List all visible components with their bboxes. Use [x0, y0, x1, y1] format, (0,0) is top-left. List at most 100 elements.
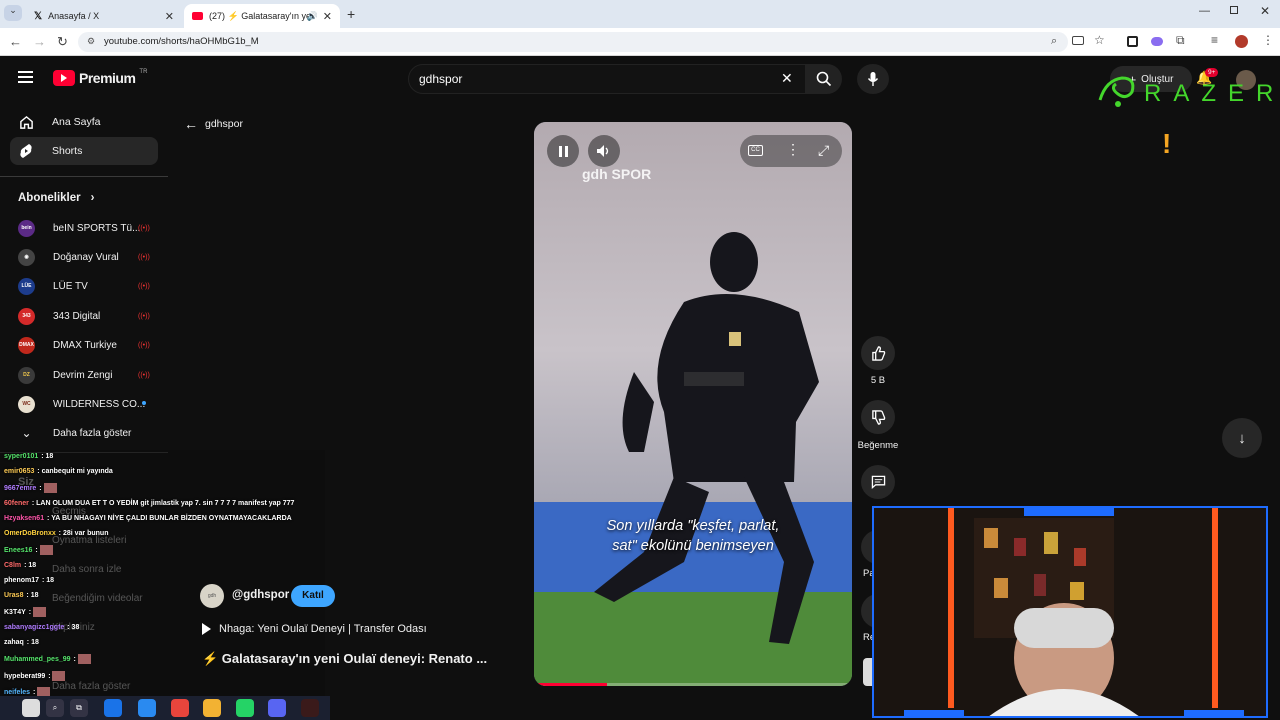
back-arrow-icon[interactable]: ← [9, 34, 22, 49]
tab-search-icon[interactable]: ⌄ [4, 5, 22, 21]
volume-button[interactable] [588, 135, 620, 167]
bookmark-star-icon[interactable]: ☆ [1094, 33, 1105, 47]
reading-list-icon[interactable]: ≡ [1211, 33, 1218, 47]
chat-text: YA BU NHAGAYI NİYE ÇALDI BUNLAR BİZDEN O… [51, 515, 292, 522]
subscription-item[interactable]: WC WILDERNESS CO... [18, 393, 168, 415]
close-icon[interactable]: ✕ [323, 10, 332, 23]
search-input-value: gdhspor [419, 72, 463, 86]
chat-emote [33, 607, 47, 617]
tab-x-home[interactable]: 𝕏 Anasayfa / X ✕ [26, 4, 182, 28]
chat-message: 9667emre : [4, 483, 57, 493]
arrow-down-icon: ↓ [1238, 429, 1246, 447]
dislike-button[interactable] [861, 400, 895, 434]
video-progress-track[interactable] [534, 683, 852, 686]
shorts-video-player[interactable]: gdh SPOR Son yıllarda "keşfet, parlat, s… [534, 122, 852, 686]
pause-icon [558, 145, 568, 157]
dislike-label: Beğenme [857, 440, 899, 451]
sidebar-item-home[interactable]: Ana Sayfa [10, 108, 158, 136]
audio-playing-icon[interactable]: 🔊 [307, 11, 318, 22]
search-icon[interactable]: ⌕ [46, 699, 64, 717]
clear-search-icon[interactable]: ✕ [781, 70, 793, 87]
chat-message: Hzyaksen61 : YA BU NHAGAYI NİYE ÇALDI BU… [4, 515, 292, 522]
closed-captions-icon[interactable]: CC [748, 145, 763, 156]
cast-icon[interactable] [1072, 36, 1084, 45]
puzzle-icon[interactable]: ⧉ [1176, 33, 1185, 48]
youtube-play-icon [53, 70, 75, 86]
subscription-item[interactable]: ◉ Doğanay Vural ((•)) [18, 246, 168, 268]
discord-icon[interactable] [268, 699, 286, 717]
sidebar-item-shorts[interactable]: Shorts [10, 137, 158, 165]
subscription-item[interactable]: LÜE LÜE TV ((•)) [18, 275, 168, 297]
chat-message: Uras8 : 18 [4, 592, 39, 599]
live-indicator-icon: ((•)) [138, 312, 150, 320]
edge-icon[interactable] [104, 699, 122, 717]
chat-username: OmerDoBronxx [4, 530, 56, 537]
pause-button[interactable] [547, 135, 579, 167]
live-indicator-icon: ((•)) [138, 224, 150, 232]
chat-message: Muhammed_pes_99 : [4, 654, 91, 664]
subscription-item[interactable]: 343 343 Digital ((•)) [18, 305, 168, 327]
channel-watermark: gdh SPOR [582, 166, 652, 182]
browser-menu-icon[interactable]: ⋮ [1262, 33, 1274, 47]
chrome-alt-icon[interactable] [138, 699, 156, 717]
forward-arrow-icon[interactable]: → [33, 34, 46, 49]
comment-icon [871, 475, 885, 489]
youtube-premium-logo[interactable]: Premium TR [53, 69, 148, 86]
back-to-channel-link[interactable]: ← gdhspor [184, 116, 243, 132]
chat-username: sabanyagizc1ggte [4, 624, 65, 631]
start-menu-icon[interactable] [22, 699, 40, 717]
extension-icon[interactable] [1127, 36, 1138, 47]
subscription-item[interactable]: DMAX DMAX Turkiye ((•)) [18, 334, 168, 356]
site-info-icon[interactable]: ⚙ [87, 36, 95, 47]
comments-button[interactable] [861, 465, 895, 499]
extension-icon[interactable] [1151, 37, 1163, 46]
hamburger-menu-icon[interactable] [18, 71, 33, 83]
url-field[interactable]: ⚙ youtube.com/shorts/haOHMbG1b_M [78, 32, 1068, 52]
avatar: DMAX [18, 336, 35, 354]
channel-handle[interactable]: @gdhspor [232, 589, 289, 601]
next-short-button[interactable]: ↓ [1222, 418, 1262, 458]
voice-search-button[interactable] [857, 64, 889, 94]
restore-button[interactable] [1230, 6, 1238, 14]
window-close-button[interactable]: ✕ [1260, 4, 1270, 18]
video-title[interactable]: ⚡ Galatasaray'ın yeni Oulaï deneyi: Rena… [202, 651, 487, 667]
chat-message: zahaq : 18 [4, 639, 39, 646]
channel-avatar[interactable]: gdh [200, 584, 224, 608]
task-view-icon[interactable]: ⧉ [70, 699, 88, 717]
close-icon[interactable]: ✕ [165, 10, 174, 23]
fullscreen-icon[interactable]: ⤢ [818, 142, 829, 159]
search-button[interactable] [806, 64, 842, 94]
region-code: TR [139, 69, 148, 75]
like-button[interactable] [861, 336, 895, 370]
video-caption-line: sat" ekolünü benimseyen [612, 538, 774, 554]
playlist-link[interactable]: Nhaga: Yeni Oulaï Deneyi | Transfer Odas… [202, 623, 427, 635]
more-options-icon[interactable]: ⋮ [786, 141, 800, 158]
search-icon [816, 71, 832, 87]
tab-youtube-shorts[interactable]: (27) ⚡ Galatasaray'ın yeni 🔊 ✕ [184, 4, 340, 28]
chrome-icon[interactable] [171, 699, 189, 717]
chat-message: OmerDoBronxx : 28i var bunun [4, 530, 109, 537]
search-input[interactable]: gdhspor ✕ [408, 64, 806, 94]
play-icon [202, 623, 211, 635]
volume-icon [597, 145, 609, 157]
avatar: LÜE [18, 277, 35, 295]
chat-username: C8lm [4, 562, 22, 569]
webcam-frame [874, 508, 1266, 716]
whatsapp-icon[interactable] [236, 699, 254, 717]
join-button[interactable]: Katıl [291, 585, 335, 607]
new-tab-button[interactable]: + [347, 6, 355, 22]
subscription-item[interactable]: bein beIN SPORTS Tü... ((•)) [18, 217, 168, 239]
reload-icon[interactable]: ↻ [57, 34, 68, 50]
chat-emote [39, 545, 53, 555]
zoom-icon[interactable]: ⌕ [1051, 35, 1057, 48]
playlist-title: Nhaga: Yeni Oulaï Deneyi | Transfer Odas… [219, 623, 427, 635]
file-explorer-icon[interactable] [203, 699, 221, 717]
minimize-button[interactable]: — [1199, 5, 1210, 17]
obs-icon[interactable] [301, 699, 319, 717]
subscription-item[interactable]: DZ Devrim Zengi ((•)) [18, 364, 168, 386]
show-more-button[interactable]: ⌄ Daha fazla göster [18, 422, 168, 444]
profile-avatar[interactable] [1235, 35, 1248, 48]
chat-message: K3T4Y : [4, 607, 47, 617]
subscription-name: LÜE TV [53, 280, 88, 292]
subscriptions-heading[interactable]: Abonelikler › [18, 192, 94, 204]
